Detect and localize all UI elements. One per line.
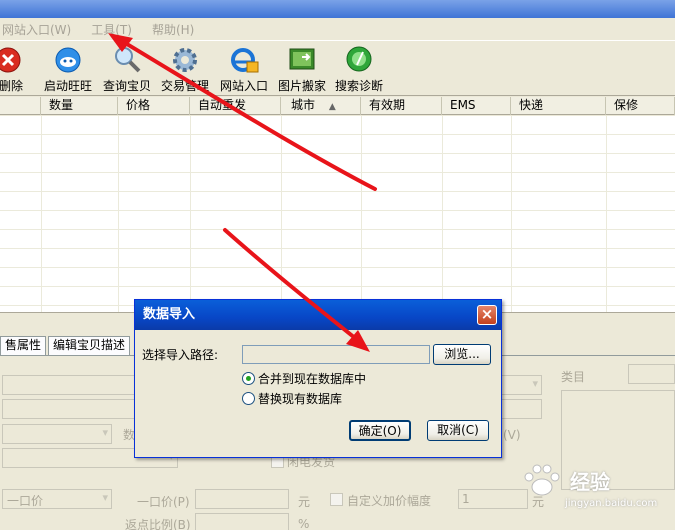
browse-button[interactable]: 浏览... <box>433 344 491 365</box>
tab-sale-attributes[interactable]: 售属性 <box>0 336 47 355</box>
dialog-close-button[interactable]: × <box>477 305 497 325</box>
baidu-jingyan-watermark: 经验 <box>520 462 670 498</box>
diagnose-icon <box>346 46 372 72</box>
trade-management-button[interactable]: 交易管理 <box>158 45 212 95</box>
option-combo[interactable] <box>2 424 112 444</box>
custom-price-checkbox[interactable] <box>330 493 343 506</box>
delete-icon <box>0 47 21 73</box>
column-label-city: 城市 <box>291 98 316 112</box>
import-path-input[interactable] <box>242 345 430 364</box>
rebate-unit: % <box>298 517 310 530</box>
rebate-label: 返点比例(B) <box>125 518 191 530</box>
watermark-brand: 经验 <box>570 469 610 494</box>
menu-bar: 网站入口(W) 工具(T) 帮助(H) <box>0 18 675 40</box>
cancel-button[interactable]: 取消(C) <box>427 420 489 441</box>
column-header-blank[interactable] <box>0 97 41 115</box>
table-grid-line <box>442 116 443 312</box>
delete-button[interactable]: 删除 <box>0 45 26 95</box>
price-label: 一口价(P) <box>137 495 190 509</box>
menu-help[interactable]: 帮助(H) <box>152 21 194 38</box>
column-header-warranty[interactable]: 保修 <box>606 97 675 115</box>
price-mode-value: 一口价 <box>7 494 44 508</box>
editor-tabs: 售属性 编辑宝贝描述 <box>0 336 132 356</box>
custom-price-label: 自定义加价幅度 <box>347 494 432 508</box>
gear-icon <box>173 48 197 72</box>
item-table-body[interactable] <box>0 116 675 312</box>
v-shortcut-label: (V) <box>503 428 521 442</box>
rebate-input[interactable] <box>195 513 289 530</box>
column-header-price[interactable]: 价格 <box>118 97 190 115</box>
column-header-ems[interactable]: EMS <box>442 97 511 115</box>
import-path-label: 选择导入路径: <box>142 348 219 362</box>
search-diagnose-button[interactable]: 搜索诊断 <box>333 45 385 95</box>
magnifier-icon <box>115 47 141 73</box>
column-header-validity[interactable]: 有效期 <box>361 97 442 115</box>
dialog-title-bar[interactable]: 数据导入 × <box>135 300 501 330</box>
merge-option-label: 合并到现在数据库中 <box>258 371 367 386</box>
toolbar: 删除 启动旺旺 查询宝贝 交易管理 网站入口 图片搬家 搜索诊断 <box>0 40 675 96</box>
replace-radio[interactable] <box>242 391 255 405</box>
dialog-body: 选择导入路径: 浏览... 合并到现在数据库中 替换现有数据库 确定(O) 取消… <box>135 330 501 457</box>
table-grid-line <box>281 116 282 312</box>
watermark-url: jingyan.baidu.com <box>565 498 658 509</box>
custom-price-input[interactable]: 1 <box>458 489 528 509</box>
sort-ascending-icon: ▲ <box>328 102 336 112</box>
table-header: 数量 价格 自动重发 城市 ▲ 有效期 EMS 快递 保修 <box>0 97 675 115</box>
table-grid-line <box>190 116 191 312</box>
close-icon: × <box>480 305 494 323</box>
column-header-city[interactable]: 城市 ▲ <box>281 97 361 115</box>
window-title-bar <box>0 0 675 18</box>
custom-price-value: 1 <box>462 492 470 506</box>
start-wangwang-button[interactable]: 启动旺旺 <box>42 45 94 95</box>
column-header-auto-repost[interactable]: 自动重发 <box>190 97 281 115</box>
query-item-button[interactable]: 查询宝贝 <box>101 45 153 95</box>
merge-radio[interactable] <box>242 371 255 385</box>
website-entry-button[interactable]: 网站入口 <box>218 45 270 95</box>
column-header-express[interactable]: 快递 <box>511 97 606 115</box>
table-grid-line <box>361 116 362 312</box>
tab-edit-description[interactable]: 编辑宝贝描述 <box>48 336 131 355</box>
picture-move-button[interactable]: 图片搬家 <box>276 45 328 95</box>
category-label: 类目 <box>561 370 586 384</box>
table-grid-line <box>41 116 42 312</box>
menu-tools[interactable]: 工具(T) <box>91 21 132 38</box>
menu-website-entry[interactable]: 网站入口(W) <box>2 21 71 38</box>
data-import-dialog: 数据导入 × 选择导入路径: 浏览... 合并到现在数据库中 替换现有数据库 确… <box>134 299 502 458</box>
wangwang-icon <box>55 47 81 73</box>
column-header-quantity[interactable]: 数量 <box>41 97 118 115</box>
paw-icon <box>524 464 560 496</box>
picture-move-icon <box>289 48 315 70</box>
table-grid-line <box>606 116 607 312</box>
ie-icon <box>231 48 259 73</box>
replace-option-label: 替换现有数据库 <box>258 391 343 406</box>
dialog-title: 数据导入 <box>143 307 196 322</box>
table-grid-line <box>118 116 119 312</box>
price-unit: 元 <box>298 495 311 509</box>
merge-option[interactable]: 合并到现在数据库中 <box>242 370 366 386</box>
ok-button[interactable]: 确定(O) <box>349 420 411 441</box>
replace-option[interactable]: 替换现有数据库 <box>242 390 342 406</box>
table-grid-line <box>511 116 512 312</box>
price-input[interactable] <box>195 489 289 509</box>
category-value-field[interactable] <box>628 364 675 384</box>
price-mode-combo[interactable]: 一口价 <box>2 489 112 509</box>
